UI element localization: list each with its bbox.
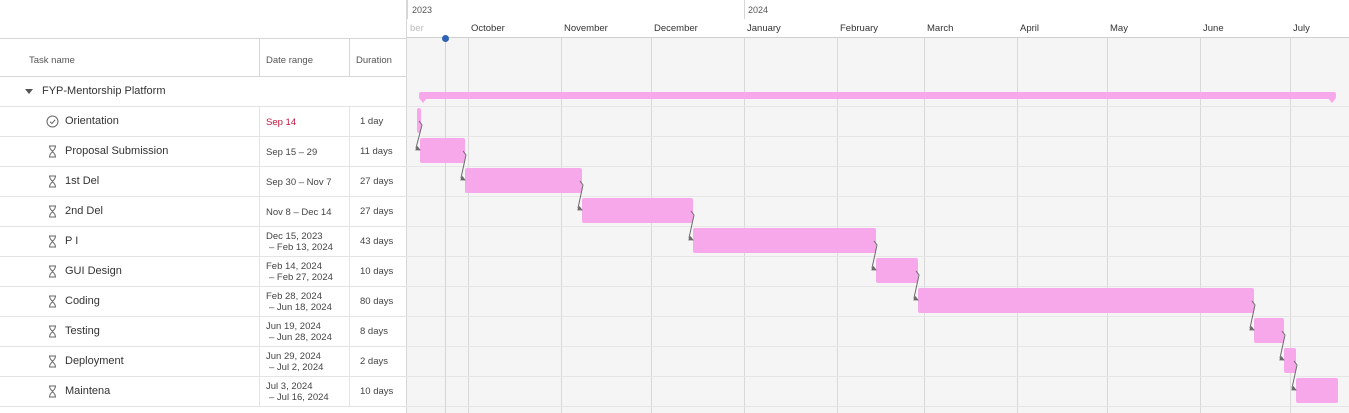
dependency-arrow bbox=[688, 210, 695, 241]
column-header-date-range[interactable]: Date range bbox=[259, 39, 349, 76]
task-row[interactable]: P I Dec 15, 2023– Feb 13, 2024 43 days bbox=[0, 227, 407, 257]
task-date-range[interactable]: Sep 15 – 29 bbox=[259, 137, 349, 167]
task-name[interactable]: 2nd Del bbox=[65, 197, 103, 226]
task-duration[interactable]: 80 days bbox=[349, 287, 407, 317]
date-range-start: Jun 29, 2024 bbox=[266, 351, 321, 362]
date-range-end: – Jul 16, 2024 bbox=[269, 392, 329, 403]
dependency-arrow bbox=[1279, 330, 1286, 361]
task-date-range[interactable]: Sep 30 – Nov 7 bbox=[259, 167, 349, 197]
task-name[interactable]: Coding bbox=[65, 287, 100, 316]
task-name[interactable]: P I bbox=[65, 227, 78, 256]
dependency-arrow bbox=[577, 180, 584, 211]
hourglass-icon bbox=[49, 355, 56, 368]
date-range-start: Sep 14 bbox=[266, 116, 297, 128]
task-duration[interactable]: 11 days bbox=[349, 137, 407, 167]
date-range-start: Feb 28, 2024 bbox=[266, 291, 322, 302]
milestone-check-icon bbox=[46, 115, 59, 128]
date-range-start: Sep 30 – Nov 7 bbox=[266, 176, 332, 188]
task-date-range[interactable]: Feb 14, 2024– Feb 27, 2024 bbox=[259, 257, 349, 287]
group-name: FYP-Mentorship Platform bbox=[42, 85, 166, 97]
task-duration[interactable]: 2 days bbox=[349, 347, 407, 377]
task-row[interactable]: GUI Design Feb 14, 2024– Feb 27, 2024 10 d… bbox=[0, 257, 407, 287]
hourglass-icon bbox=[49, 265, 56, 278]
task-row[interactable]: 1st Del Sep 30 – Nov 7 27 days bbox=[0, 167, 407, 197]
task-duration[interactable]: 10 days bbox=[349, 377, 407, 407]
task-duration[interactable]: 1 day bbox=[349, 107, 407, 137]
task-date-range[interactable]: Nov 8 – Dec 14 bbox=[259, 197, 349, 227]
task-row[interactable]: Coding Feb 28, 2024– Jun 18, 2024 80 days bbox=[0, 287, 407, 317]
date-range-end: – Feb 27, 2024 bbox=[269, 272, 333, 283]
column-header-task-name[interactable]: Task name bbox=[23, 39, 259, 76]
task-name[interactable]: 1st Del bbox=[65, 167, 99, 196]
date-range-end: – Feb 13, 2024 bbox=[269, 242, 333, 253]
hourglass-icon bbox=[49, 145, 56, 158]
task-name[interactable]: Testing bbox=[65, 317, 100, 346]
dependency-arrow bbox=[415, 120, 423, 151]
column-header-duration[interactable]: Duration bbox=[349, 39, 407, 76]
dependency-arrow bbox=[1249, 300, 1256, 331]
task-duration[interactable]: 8 days bbox=[349, 317, 407, 347]
task-row[interactable]: 2nd Del Nov 8 – Dec 14 27 days bbox=[0, 197, 407, 227]
hourglass-icon bbox=[49, 175, 56, 188]
date-range-start: Sep 15 – 29 bbox=[266, 146, 318, 158]
task-name[interactable]: Deployment bbox=[65, 347, 124, 376]
task-name[interactable]: GUI Design bbox=[65, 257, 122, 286]
caret-down-icon[interactable] bbox=[25, 89, 33, 94]
date-range-start: Jun 19, 2024 bbox=[266, 321, 321, 332]
task-row[interactable]: Proposal Submission Sep 15 – 29 11 days bbox=[0, 137, 407, 167]
task-date-range[interactable]: Sep 14 bbox=[259, 107, 349, 137]
date-range-end: – Jul 2, 2024 bbox=[269, 362, 324, 373]
task-date-range[interactable]: Jun 29, 2024– Jul 2, 2024 bbox=[259, 347, 349, 377]
task-name[interactable]: Orientation bbox=[65, 107, 119, 136]
gantt-chart-area: 2023 2024 ber October November December Jan… bbox=[407, 0, 1349, 413]
hourglass-icon bbox=[49, 235, 56, 248]
date-range-start: Jul 3, 2024 bbox=[266, 381, 313, 392]
task-duration[interactable]: 27 days bbox=[349, 197, 407, 227]
group-row[interactable]: FYP-Mentorship Platform bbox=[0, 77, 407, 107]
date-range-end: – Jun 18, 2024 bbox=[269, 302, 332, 313]
task-date-range[interactable]: Jun 19, 2024– Jun 28, 2024 bbox=[259, 317, 349, 347]
task-date-range[interactable]: Feb 28, 2024– Jun 18, 2024 bbox=[259, 287, 349, 317]
dependency-arrow bbox=[1291, 360, 1298, 391]
hourglass-icon bbox=[49, 295, 56, 308]
date-range-start: Feb 14, 2024 bbox=[266, 261, 322, 272]
dependency-arrow bbox=[913, 270, 920, 301]
task-date-range[interactable]: Jul 3, 2024– Jul 16, 2024 bbox=[259, 377, 349, 407]
task-duration[interactable]: 43 days bbox=[349, 227, 407, 257]
hourglass-icon bbox=[49, 205, 56, 218]
task-row[interactable]: Maintena Jul 3, 2024– Jul 16, 2024 10 days bbox=[0, 377, 407, 407]
task-name[interactable]: Maintena bbox=[65, 377, 110, 406]
table-header: Task name Date range Duration bbox=[0, 38, 407, 77]
task-duration[interactable]: 10 days bbox=[349, 257, 407, 287]
date-range-end: – Jun 28, 2024 bbox=[269, 332, 332, 343]
task-date-range[interactable]: Dec 15, 2023– Feb 13, 2024 bbox=[259, 227, 349, 257]
task-duration[interactable]: 27 days bbox=[349, 167, 407, 197]
dependency-arrows bbox=[415, 120, 1298, 391]
task-row[interactable]: Orientation Sep 14 1 day bbox=[0, 107, 407, 137]
task-row[interactable]: Deployment Jun 29, 2024– Jul 2, 2024 2 day… bbox=[0, 347, 407, 377]
date-range-start: Nov 8 – Dec 14 bbox=[266, 206, 332, 218]
dependency-arrow bbox=[871, 240, 878, 271]
task-row[interactable]: Testing Jun 19, 2024– Jun 28, 2024 8 days bbox=[0, 317, 407, 347]
hourglass-icon bbox=[49, 385, 56, 398]
task-table: Task name Date range Duration FYP-Mentor… bbox=[0, 0, 407, 413]
date-range-start: Dec 15, 2023 bbox=[266, 231, 323, 242]
hourglass-icon bbox=[49, 325, 56, 338]
task-name[interactable]: Proposal Submission bbox=[65, 137, 168, 166]
dependency-arrow bbox=[460, 150, 467, 181]
